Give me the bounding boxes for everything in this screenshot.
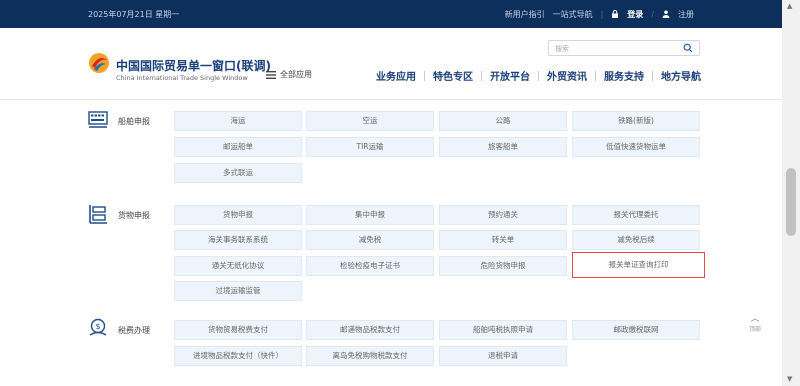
search-icon[interactable] [683,43,693,53]
service-item[interactable]: 减免税 [306,230,434,250]
section-label: 货物申报 [118,211,150,220]
section-label: 税费办理 [118,326,150,335]
service-item[interactable]: 离岛免税购物税款支付 [306,346,434,366]
section-label: 船舶申报 [118,117,150,126]
divider: | [600,10,604,19]
nav-open-platform[interactable]: 开放平台 [490,68,530,83]
nav-service-support[interactable]: 服务支持 [604,68,644,83]
service-item[interactable]: 铁路(新版) [572,111,700,131]
cargo-declaration-icon [89,205,107,224]
back-to-top-label: 顶部 [748,326,761,333]
service-item[interactable]: 邮政缴税联网 [572,320,700,340]
service-item-highlighted[interactable]: 报关单证查询打印 [572,252,705,278]
service-item[interactable]: 公路 [439,111,567,131]
service-item[interactable]: 货物申报 [174,205,302,225]
service-item[interactable]: 海关事务联系系统 [174,230,302,250]
site-title[interactable]: 中国国际贸易单一窗口(联调) [116,57,271,74]
site-subtitle: China International Trade Single Window [116,74,248,82]
scroll-down-arrow-icon[interactable]: ▼ [787,375,792,383]
scrollbar-thumb[interactable] [786,168,796,236]
main-nav: 业务应用 特色专区 开放平台 外贸资讯 服务支持 地方导航 [376,68,701,83]
service-item[interactable]: 减免税后续 [572,230,700,250]
menu-icon [266,70,276,79]
nav-featured-zone[interactable]: 特色专区 [433,68,473,83]
page-scrollbar[interactable]: ▲ ▼ [782,0,800,386]
nav-divider [481,70,482,81]
ship-declaration-icon [88,111,108,128]
service-item[interactable]: 货物贸易税费支付 [174,320,302,340]
service-item[interactable]: 预约通关 [439,205,567,225]
service-item[interactable]: 通关无纸化协议 [174,256,302,276]
one-stop-nav-link[interactable]: 一站式导航 [553,9,593,20]
service-item[interactable]: 船舶吨税执照申请 [439,320,567,340]
back-to-top-button[interactable]: ︿ 顶部 [740,314,770,348]
scroll-up-arrow-icon[interactable]: ▲ [787,2,792,10]
service-item[interactable]: 多式联运 [174,163,302,183]
service-item[interactable]: 转关单 [439,230,567,250]
service-item[interactable]: 海运 [174,111,302,131]
service-item[interactable]: 过境运输监管 [174,281,302,301]
service-item[interactable]: TIR运输 [306,137,434,157]
current-date: 2025年07月21日 星期一 [88,10,180,19]
nav-local-navigation[interactable]: 地方导航 [661,68,701,83]
login-link[interactable]: 登录 [627,9,643,20]
tax-payment-icon: $ [89,318,107,336]
top-bar: 2025年07月21日 星期一 新用户指引 一站式导航 | 登录 / 注册 [0,0,782,28]
service-item[interactable]: 危险货物申报 [439,256,567,276]
nav-trade-news[interactable]: 外贸资讯 [547,68,587,83]
nav-divider [595,70,596,81]
top-links: 新用户指引 一站式导航 | 登录 / 注册 [505,9,694,20]
divider: / [651,10,654,19]
service-item[interactable]: 检验检疫电子证书 [306,256,434,276]
service-item[interactable]: 空运 [306,111,434,131]
new-user-guide-link[interactable]: 新用户指引 [505,9,545,20]
lock-icon [611,9,619,20]
svg-text:$: $ [95,322,100,331]
chevron-up-icon: ︿ [750,314,760,324]
service-item[interactable]: 进境物品税款支付（快件） [174,346,302,366]
nav-business-apps[interactable]: 业务应用 [376,68,416,83]
service-item[interactable]: 低值快速货物运单 [572,137,700,157]
nav-divider [424,70,425,81]
service-item[interactable]: 旅客船单 [439,137,567,157]
service-item[interactable]: 邮运船单 [174,137,302,157]
search-placeholder: 搜索 [555,45,569,53]
service-item[interactable]: 退税申请 [439,346,567,366]
service-item[interactable]: 邮递物品税款支付 [306,320,434,340]
single-window-logo-icon [89,53,109,73]
search-input[interactable]: 搜索 [548,40,700,56]
site-header: 中国国际贸易单一窗口(联调) China International Trade… [0,28,782,100]
service-item[interactable]: 集中申报 [306,205,434,225]
user-icon [662,10,670,20]
service-item[interactable]: 报关代理委托 [572,205,700,225]
nav-divider [652,70,653,81]
nav-divider [538,70,539,81]
all-apps-button[interactable]: 全部应用 [266,69,312,80]
all-apps-label: 全部应用 [280,70,312,79]
register-link[interactable]: 注册 [678,9,694,20]
